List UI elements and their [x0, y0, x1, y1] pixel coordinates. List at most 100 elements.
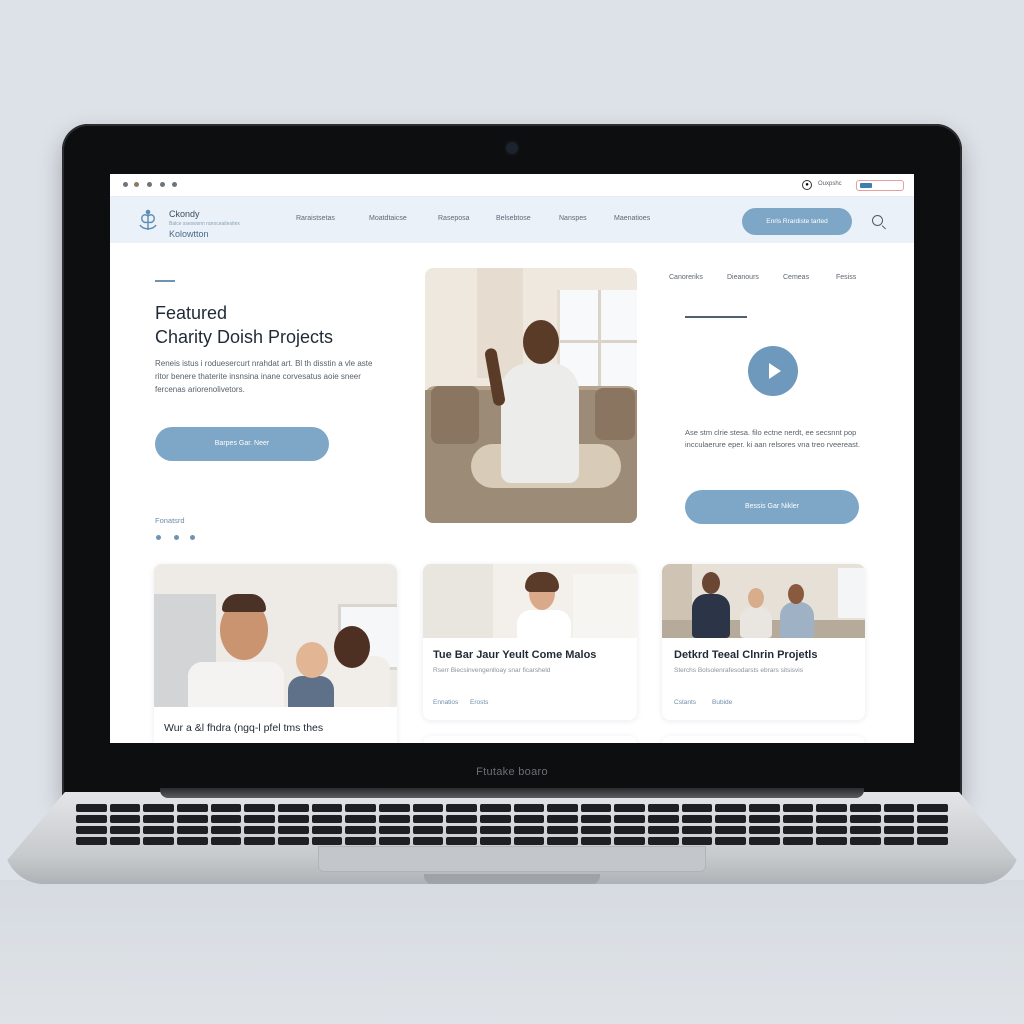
keyboard-key[interactable]: [816, 804, 848, 812]
keyboard-key[interactable]: [917, 815, 948, 823]
keyboard-key[interactable]: [109, 837, 141, 845]
keyboard-key[interactable]: [715, 837, 747, 845]
keyboard-key[interactable]: [614, 804, 646, 812]
keyboard-key[interactable]: [816, 837, 848, 845]
side-tab-3[interactable]: Cemeas: [783, 274, 809, 281]
keyboard-key[interactable]: [749, 804, 780, 812]
keyboard-key[interactable]: [580, 837, 612, 845]
keyboard-key[interactable]: [648, 804, 679, 812]
keyboard-key[interactable]: [176, 837, 208, 845]
keyboard-key[interactable]: [513, 837, 545, 845]
keyboard-key[interactable]: [378, 815, 410, 823]
keyboard-key[interactable]: [378, 826, 410, 834]
keyboard-key[interactable]: [277, 804, 309, 812]
window-dot[interactable]: [123, 182, 128, 187]
logo-name[interactable]: Ckondy: [169, 209, 200, 219]
side-tab-2[interactable]: Dieanours: [727, 274, 759, 281]
logo-subname[interactable]: Kolowtton: [169, 229, 209, 239]
keyboard-key[interactable]: [614, 815, 646, 823]
keyboard-key[interactable]: [244, 804, 275, 812]
nav-link-3[interactable]: Raseposa: [438, 215, 470, 222]
keyboard-key[interactable]: [76, 815, 107, 823]
side-tab-4[interactable]: Fesiss: [836, 274, 856, 281]
browser-status-icon[interactable]: ●: [802, 180, 812, 190]
keyboard-key[interactable]: [614, 826, 646, 834]
trackpad[interactable]: [318, 846, 706, 872]
keyboard-key[interactable]: [580, 826, 612, 834]
keyboard-key[interactable]: [378, 804, 410, 812]
window-dot[interactable]: [134, 182, 139, 187]
keyboard-key[interactable]: [513, 804, 545, 812]
keyboard-key[interactable]: [277, 837, 309, 845]
nav-link-6[interactable]: Maenatioes: [614, 215, 650, 222]
keyboard-key[interactable]: [76, 826, 107, 834]
keyboard-key[interactable]: [244, 815, 275, 823]
keyboard-key[interactable]: [749, 826, 780, 834]
keyboard-key[interactable]: [681, 826, 713, 834]
keyboard-key[interactable]: [580, 815, 612, 823]
nav-link-5[interactable]: Nanspes: [559, 215, 587, 222]
keyboard-key[interactable]: [143, 826, 174, 834]
keyboard-key[interactable]: [412, 815, 444, 823]
keyboard-key[interactable]: [210, 815, 242, 823]
keyboard-key[interactable]: [479, 837, 511, 845]
keyboard-key[interactable]: [244, 837, 275, 845]
get-started-button[interactable]: Enrls Rrardiste tarted: [742, 208, 852, 235]
keyboard-key[interactable]: [446, 815, 477, 823]
project-card[interactable]: Wur a &l fhdra (ngq-l pfel tms thes: [154, 564, 397, 743]
keyboard-key[interactable]: [648, 837, 679, 845]
keyboard-key[interactable]: [412, 837, 444, 845]
keyboard-key[interactable]: [210, 837, 242, 845]
keyboard-key[interactable]: [311, 837, 343, 845]
keyboard-key[interactable]: [749, 837, 780, 845]
nav-link-2[interactable]: Moatdtaicse: [369, 215, 407, 222]
keyboard-key[interactable]: [244, 826, 275, 834]
keyboard-key[interactable]: [816, 826, 848, 834]
window-dot[interactable]: [172, 182, 177, 187]
search-icon[interactable]: [872, 215, 883, 226]
keyboard-key[interactable]: [681, 804, 713, 812]
keyboard-key[interactable]: [681, 815, 713, 823]
keyboard-key[interactable]: [917, 837, 948, 845]
keyboard-key[interactable]: [782, 804, 814, 812]
play-icon[interactable]: [748, 346, 798, 396]
side-tab-1[interactable]: Canoreriks: [669, 274, 703, 281]
keyboard-key[interactable]: [547, 826, 578, 834]
keyboard-key[interactable]: [210, 826, 242, 834]
card-meta-b[interactable]: Erosts: [470, 699, 488, 706]
keyboard-key[interactable]: [176, 804, 208, 812]
browser-toggle[interactable]: [856, 180, 904, 191]
keyboard-key[interactable]: [345, 826, 376, 834]
project-card[interactable]: [662, 736, 865, 743]
keyboard-key[interactable]: [176, 815, 208, 823]
project-card[interactable]: Tue Bar Jaur Yeult Come Malos Rserr Biec…: [423, 564, 637, 720]
keyboard-key[interactable]: [715, 815, 747, 823]
side-cta-button[interactable]: Bessis Gar Nikler: [685, 490, 859, 524]
keyboard-key[interactable]: [345, 815, 376, 823]
keyboard-key[interactable]: [412, 826, 444, 834]
keyboard-key[interactable]: [446, 837, 477, 845]
project-card[interactable]: Detkrd Teeal Clnrin Projetls Sterchs Bol…: [662, 564, 865, 720]
keyboard-key[interactable]: [446, 826, 477, 834]
keyboard-key[interactable]: [345, 837, 376, 845]
keyboard-key[interactable]: [749, 815, 780, 823]
keyboard-key[interactable]: [883, 837, 915, 845]
keyboard-key[interactable]: [917, 804, 948, 812]
window-dot[interactable]: [147, 182, 152, 187]
keyboard-key[interactable]: [378, 837, 410, 845]
nav-link-4[interactable]: Belsebtose: [496, 215, 531, 222]
keyboard-key[interactable]: [850, 826, 881, 834]
keyboard-key[interactable]: [143, 815, 174, 823]
keyboard-key[interactable]: [513, 826, 545, 834]
keyboard-key[interactable]: [917, 826, 948, 834]
keyboard-key[interactable]: [648, 826, 679, 834]
keyboard-key[interactable]: [109, 815, 141, 823]
keyboard-key[interactable]: [648, 815, 679, 823]
keyboard-key[interactable]: [479, 815, 511, 823]
logo-mark-icon[interactable]: [135, 208, 161, 234]
keyboard-key[interactable]: [311, 804, 343, 812]
keyboard-key[interactable]: [681, 837, 713, 845]
keyboard-key[interactable]: [143, 804, 174, 812]
keyboard-key[interactable]: [883, 804, 915, 812]
keyboard-key[interactable]: [850, 837, 881, 845]
